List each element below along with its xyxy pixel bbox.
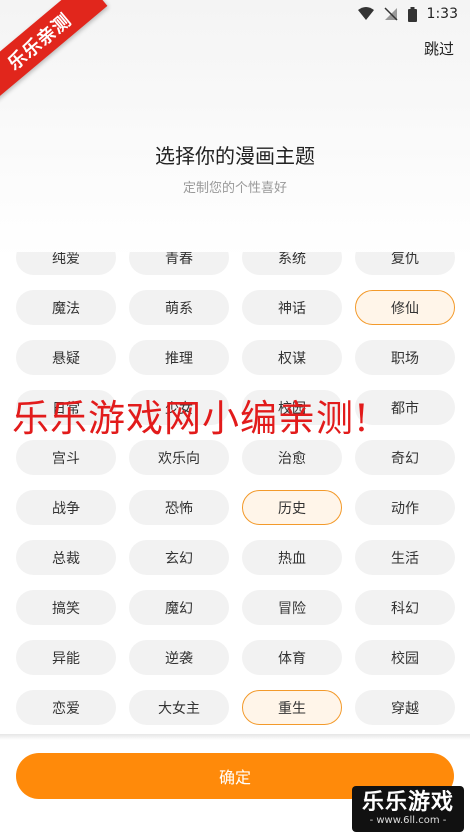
topic-chip[interactable]: 恐怖	[129, 490, 229, 525]
battery-icon	[407, 6, 417, 22]
topic-chip[interactable]: 神话	[242, 290, 342, 325]
topic-chip[interactable]: 复仇	[355, 252, 455, 275]
topic-grid: 纯爱 青春 系统 复仇 魔法 萌系 神话 修仙 悬疑 推理 权谋 职场 日常 少…	[16, 252, 455, 725]
topic-chip[interactable]: 总裁	[16, 540, 116, 575]
page-title: 选择你的漫画主题	[155, 144, 315, 168]
topic-chip[interactable]: 权谋	[242, 340, 342, 375]
topic-chip[interactable]: 宫斗	[16, 440, 116, 475]
site-logo: 乐乐游戏 - www.6ll.com -	[352, 786, 464, 832]
topic-chip[interactable]: 体育	[242, 640, 342, 675]
logo-url: - www.6ll.com -	[369, 815, 447, 826]
topic-chip[interactable]: 都市	[355, 390, 455, 425]
logo-text: 乐乐游戏	[361, 790, 454, 815]
watermark-overlay-text: 乐乐游戏网小编亲测!	[12, 397, 370, 440]
topic-chip[interactable]: 奇幻	[355, 440, 455, 475]
topic-chip[interactable]: 系统	[242, 252, 342, 275]
topic-chip[interactable]: 恋爱	[16, 690, 116, 725]
topic-chip[interactable]: 玄幻	[129, 540, 229, 575]
topic-chip[interactable]: 搞笑	[16, 590, 116, 625]
skip-button[interactable]: 跳过	[424, 38, 454, 59]
topic-chip[interactable]: 悬疑	[16, 340, 116, 375]
topic-chip[interactable]: 推理	[129, 340, 229, 375]
topic-chip[interactable]: 校园	[355, 640, 455, 675]
status-time: 1:33	[426, 6, 458, 22]
topic-chip[interactable]: 修仙	[355, 290, 455, 325]
topic-chip[interactable]: 欢乐向	[129, 440, 229, 475]
no-signal-icon	[384, 7, 398, 21]
topic-chip[interactable]: 生活	[355, 540, 455, 575]
topic-chip[interactable]: 热血	[242, 540, 342, 575]
header-background-illustration	[0, 0, 470, 260]
topic-chip[interactable]: 穿越	[355, 690, 455, 725]
page-subtitle: 定制您的个性喜好	[182, 181, 287, 196]
topic-chip[interactable]: 动作	[355, 490, 455, 525]
topic-chip[interactable]: 历史	[242, 490, 342, 525]
topic-chip[interactable]: 魔幻	[129, 590, 229, 625]
topic-chip[interactable]: 纯爱	[16, 252, 116, 275]
topic-chip[interactable]: 冒险	[242, 590, 342, 625]
topic-chip[interactable]: 逆袭	[129, 640, 229, 675]
topic-chip[interactable]: 治愈	[242, 440, 342, 475]
topic-chip[interactable]: 青春	[129, 252, 229, 275]
wifi-icon	[357, 7, 374, 21]
topic-chip[interactable]: 重生	[242, 690, 342, 725]
topic-chip[interactable]: 职场	[355, 340, 455, 375]
topic-chip[interactable]: 异能	[16, 640, 116, 675]
topic-chip[interactable]: 战争	[16, 490, 116, 525]
topic-chip[interactable]: 魔法	[16, 290, 116, 325]
bottom-divider	[0, 734, 470, 740]
topic-chip[interactable]: 萌系	[129, 290, 229, 325]
topic-list-viewport[interactable]: 纯爱 青春 系统 复仇 魔法 萌系 神话 修仙 悬疑 推理 权谋 职场 日常 少…	[0, 252, 470, 734]
topic-chip[interactable]: 大女主	[129, 690, 229, 725]
topic-chip[interactable]: 科幻	[355, 590, 455, 625]
